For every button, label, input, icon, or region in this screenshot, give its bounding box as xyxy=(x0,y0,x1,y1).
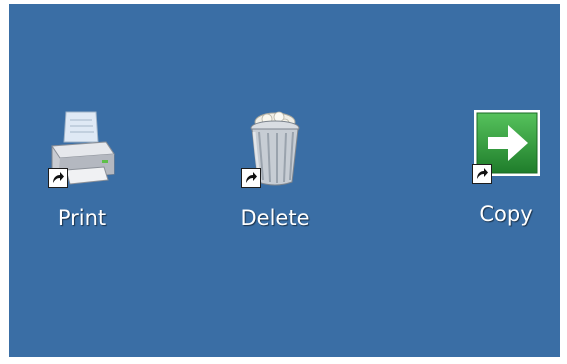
desktop[interactable]: Print Delete Copy xyxy=(9,4,560,357)
printer-icon[interactable] xyxy=(44,108,120,192)
shortcut-arrow-icon xyxy=(472,164,492,184)
delete-shortcut[interactable]: Delete xyxy=(215,108,335,248)
copy-shortcut[interactable]: Copy xyxy=(446,104,560,244)
print-shortcut[interactable]: Print xyxy=(22,108,142,248)
print-label: Print xyxy=(57,206,107,230)
shortcut-arrow-icon xyxy=(48,168,68,188)
delete-label: Delete xyxy=(240,206,310,230)
copy-label: Copy xyxy=(479,202,533,226)
shortcut-arrow-icon xyxy=(241,168,261,188)
green-arrow-icon[interactable] xyxy=(468,104,544,188)
recycle-bin-icon[interactable] xyxy=(237,108,313,192)
